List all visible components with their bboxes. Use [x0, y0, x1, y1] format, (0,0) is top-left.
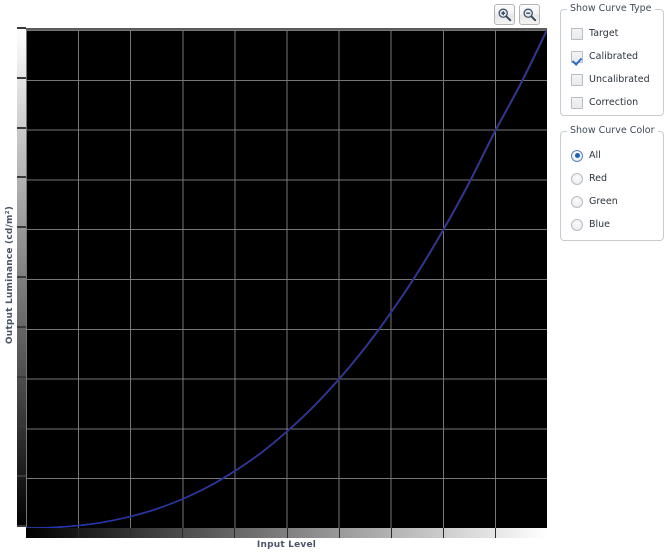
- curve-color-option-blue[interactable]: Blue: [571, 213, 618, 236]
- curve-calibrated-green: [26, 30, 547, 528]
- curve-color-label: All: [589, 150, 601, 161]
- curve-color-label: Red: [589, 173, 608, 184]
- x-axis-tick: [442, 528, 444, 538]
- zoom-out-button[interactable]: [519, 4, 540, 25]
- y-axis-tick: [17, 325, 26, 328]
- curve-type-option-calibrated[interactable]: Calibrated: [571, 45, 650, 68]
- checkbox-calibrated-checked[interactable]: [571, 50, 583, 63]
- checkbox-target-unchecked[interactable]: [571, 27, 583, 40]
- x-axis-tick: [234, 528, 236, 538]
- radio-all-selected[interactable]: [571, 149, 583, 162]
- zoom-button-group: [494, 4, 540, 25]
- checkbox-correction-unchecked[interactable]: [571, 96, 583, 109]
- curve-type-option-correction[interactable]: Correction: [571, 91, 650, 114]
- y-axis-title-container: Output Luminance (cd/m²): [0, 0, 17, 552]
- x-axis-tick: [390, 528, 392, 538]
- calibration-curve-window: Output Luminance (cd/m²) Input Level Sho…: [0, 0, 667, 552]
- show-curve-color-title: Show Curve Color: [567, 125, 658, 136]
- checkbox-uncalibrated-unchecked[interactable]: [571, 73, 583, 86]
- y-axis-tick: [17, 475, 26, 478]
- x-axis-tick: [130, 528, 132, 538]
- magnifier-plus-icon: [497, 7, 512, 22]
- chart-region: Output Luminance (cd/m²) Input Level: [0, 0, 552, 552]
- show-curve-type-title: Show Curve Type: [567, 3, 655, 14]
- x-axis-tick: [286, 528, 288, 538]
- curve-color-label: Green: [589, 196, 618, 207]
- y-axis-tick: [17, 375, 26, 378]
- y-axis-tick: [17, 176, 26, 179]
- radio-blue-unselected[interactable]: [571, 218, 583, 231]
- x-axis-tick: [338, 528, 340, 538]
- y-axis-label: Output Luminance (cd/m²): [5, 205, 15, 345]
- curve-type-option-uncalibrated[interactable]: Uncalibrated: [571, 68, 650, 91]
- x-axis-tick: [78, 528, 80, 538]
- y-axis-tick: [17, 226, 26, 229]
- show-curve-type-group: Show Curve Type Target Calibrated Uncalibr…: [560, 3, 664, 116]
- magnifier-minus-icon: [522, 7, 537, 22]
- y-axis-tick: [17, 27, 26, 29]
- zoom-in-button[interactable]: [494, 4, 515, 25]
- curve-type-option-list: Target Calibrated Uncalibrated Correction: [571, 22, 650, 114]
- curve-type-label: Uncalibrated: [589, 74, 650, 85]
- x-axis-tick: [494, 528, 496, 538]
- curve-calibrated-red: [26, 30, 547, 528]
- curve-color-option-red[interactable]: Red: [571, 167, 618, 190]
- options-panel: Show Curve Type Target Calibrated Uncalibr…: [552, 0, 667, 552]
- x-axis-tick: [182, 528, 184, 538]
- curve-color-option-all[interactable]: All: [571, 144, 618, 167]
- curve-type-label: Calibrated: [589, 51, 639, 62]
- y-axis-tick: [17, 126, 26, 129]
- y-axis-tick: [17, 525, 26, 527]
- plot-area[interactable]: [26, 28, 547, 528]
- curve-type-option-target[interactable]: Target: [571, 22, 650, 45]
- curve-type-label: Target: [589, 28, 619, 39]
- y-axis-tick: [17, 425, 26, 428]
- curve-color-option-list: All Red Green Blue: [571, 144, 618, 236]
- show-curve-color-group: Show Curve Color All Red Green Blue: [560, 125, 664, 241]
- y-axis-tick: [17, 76, 26, 79]
- radio-green-unselected[interactable]: [571, 195, 583, 208]
- x-axis-label: Input Level: [256, 540, 317, 550]
- curve-canvas: [26, 30, 547, 528]
- radio-red-unselected[interactable]: [571, 172, 583, 185]
- curve-color-label: Blue: [589, 219, 611, 230]
- curve-color-option-green[interactable]: Green: [571, 190, 618, 213]
- y-axis-tick: [17, 276, 26, 278]
- curve-type-label: Correction: [589, 97, 639, 108]
- curve-calibrated-blue: [26, 30, 547, 528]
